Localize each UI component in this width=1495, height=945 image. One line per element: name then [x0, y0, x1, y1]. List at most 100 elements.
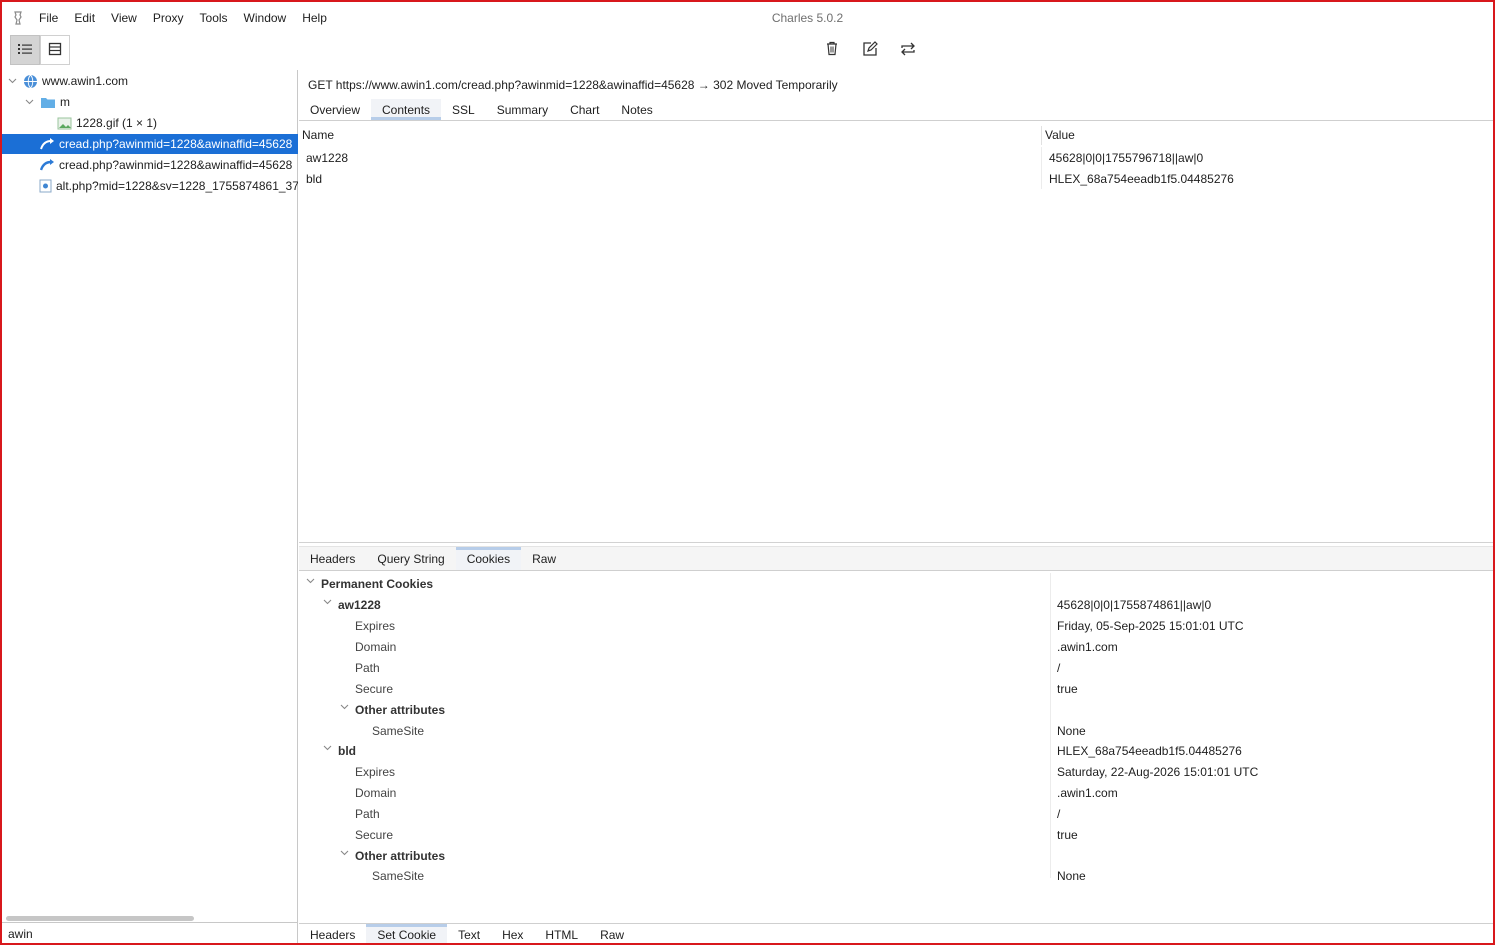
filter-input[interactable]: [8, 927, 288, 941]
tree-row[interactable]: SameSite None: [299, 865, 1493, 885]
chevron-down-icon[interactable]: [323, 597, 333, 608]
request-summary-line: GET https://www.awin1.com/cread.php?awin…: [308, 78, 838, 92]
split-pane-divider[interactable]: [299, 542, 1493, 543]
contents-table-header: Name Value: [299, 126, 1493, 145]
chevron-down-icon[interactable]: [323, 743, 333, 754]
edit-button[interactable]: [858, 38, 882, 62]
tab-html[interactable]: HTML: [534, 924, 589, 943]
column-header-name[interactable]: Name: [302, 128, 334, 142]
globe-icon: [22, 73, 38, 89]
menu-edit[interactable]: Edit: [74, 11, 95, 25]
attr-label: Path: [355, 661, 380, 675]
redirect-arrow-icon: [39, 157, 55, 173]
detail-pane: GET https://www.awin1.com/cread.php?awin…: [299, 70, 1493, 943]
column-header-value[interactable]: Value: [1045, 128, 1075, 142]
tab-summary[interactable]: Summary: [486, 99, 559, 120]
tab-hex[interactable]: Hex: [491, 924, 534, 943]
chevron-down-icon[interactable]: [340, 702, 350, 713]
tree-row[interactable]: Secure true: [299, 678, 1493, 698]
tree-row[interactable]: Path /: [299, 657, 1493, 677]
tree-gif-label: 1228.gif (1 × 1): [76, 116, 158, 130]
tab-contents[interactable]: Contents: [371, 99, 442, 120]
attr-group-label: Other attributes: [355, 703, 446, 717]
app-window: File Edit View Proxy Tools Window Help C…: [0, 0, 1495, 945]
tab-notes[interactable]: Notes: [610, 99, 663, 120]
tree-request-label: cread.php?awinmid=1228&awinaffid=45628: [59, 137, 293, 151]
tree-alt-row[interactable]: alt.php?mid=1228&sv=1228_1755874861_37cc…: [2, 176, 298, 196]
menu-help[interactable]: Help: [302, 11, 327, 25]
table-row[interactable]: bld HLEX_68a754eeadb1f5.04485276: [299, 168, 1493, 189]
attr-value: .awin1.com: [1057, 786, 1118, 800]
attr-label: Path: [355, 807, 380, 821]
chevron-down-icon[interactable]: [23, 99, 35, 105]
tree-row[interactable]: Secure true: [299, 824, 1493, 844]
tab-chart[interactable]: Chart: [559, 99, 610, 120]
tree-row[interactable]: bld HLEX_68a754eeadb1f5.04485276: [299, 740, 1493, 760]
tab-cookies[interactable]: Cookies: [455, 547, 522, 570]
attr-value: Friday, 05-Sep-2025 15:01:01 UTC: [1057, 619, 1244, 633]
tree-row[interactable]: Path /: [299, 803, 1493, 823]
cookie-value: HLEX_68a754eeadb1f5.04485276: [1057, 744, 1242, 758]
tree-row[interactable]: SameSite None: [299, 720, 1493, 740]
tree-host-label: www.awin1.com: [42, 74, 129, 88]
tree-row[interactable]: Domain .awin1.com: [299, 636, 1493, 656]
menu-window[interactable]: Window: [244, 11, 287, 25]
tab-ssl[interactable]: SSL: [441, 99, 486, 120]
section-label: Permanent Cookies: [321, 577, 434, 591]
cookie-value-cell: HLEX_68a754eeadb1f5.04485276: [1049, 172, 1234, 186]
tree-host-row[interactable]: www.awin1.com: [2, 71, 298, 91]
chevron-down-icon[interactable]: [340, 848, 350, 859]
tab-headers[interactable]: Headers: [299, 547, 366, 570]
repeat-button[interactable]: [896, 38, 920, 62]
menu-proxy[interactable]: Proxy: [153, 11, 184, 25]
trash-icon: [825, 41, 839, 59]
tree-row[interactable]: Permanent Cookies: [299, 573, 1493, 593]
response-tabs: Overview Contents SSL Summary Chart Note…: [299, 99, 1493, 121]
clear-button[interactable]: [820, 38, 844, 62]
structure-view-icon: [17, 42, 33, 59]
tab-raw[interactable]: Raw: [589, 924, 635, 943]
menubar: File Edit View Proxy Tools Window Help: [2, 2, 1493, 34]
menu-tools[interactable]: Tools: [200, 11, 228, 25]
tree-request-label: cread.php?awinmid=1228&awinaffid=45628: [59, 158, 293, 172]
tab-text[interactable]: Text: [447, 924, 491, 943]
request-tabs: Headers Query String Cookies Raw: [299, 546, 1493, 571]
tree-row[interactable]: Expires Saturday, 22-Aug-2026 15:01:01 U…: [299, 761, 1493, 781]
attr-label: SameSite: [372, 724, 425, 738]
table-row[interactable]: aw1228 45628|0|0|1755796718||aw|0: [299, 147, 1493, 168]
repeat-icon: [900, 41, 916, 60]
tree-row[interactable]: aw1228 45628|0|0|1755874861||aw|0: [299, 594, 1493, 614]
tree-row[interactable]: Domain .awin1.com: [299, 782, 1493, 802]
cookie-name: bld: [338, 744, 356, 758]
tree-folder-row[interactable]: m: [2, 92, 298, 112]
image-file-icon: [56, 115, 72, 131]
chevron-down-icon[interactable]: [6, 78, 18, 84]
tree-row[interactable]: Other attributes: [299, 845, 1493, 865]
folder-icon: [40, 94, 56, 110]
attr-value: /: [1057, 807, 1061, 821]
tab-query-string[interactable]: Query String: [366, 547, 455, 570]
structure-tree: www.awin1.com m 1228.gif (1 × 1) cread.p…: [2, 70, 298, 943]
column-divider[interactable]: [1041, 126, 1042, 145]
horizontal-scrollbar[interactable]: [6, 916, 194, 921]
menu-view[interactable]: View: [111, 11, 137, 25]
tab-overview[interactable]: Overview: [299, 99, 371, 120]
tree-gif-row[interactable]: 1228.gif (1 × 1): [2, 113, 298, 133]
tab-raw[interactable]: Raw: [521, 547, 567, 570]
attr-value: true: [1057, 682, 1078, 696]
tab-set-cookie[interactable]: Set Cookie: [366, 924, 448, 943]
cookie-name-cell: bld: [306, 172, 323, 186]
tab-headers[interactable]: Headers: [299, 924, 366, 943]
toolbar-actions: [820, 38, 920, 62]
tree-row[interactable]: Other attributes: [299, 699, 1493, 719]
sequence-view-button[interactable]: [40, 35, 70, 65]
view-toggle: [10, 35, 70, 65]
filter-bar: [2, 922, 298, 943]
tree-request-row[interactable]: cread.php?awinmid=1228&awinaffid=45628: [2, 155, 298, 175]
tree-row[interactable]: Expires Friday, 05-Sep-2025 15:01:01 UTC: [299, 615, 1493, 635]
tree-request-row-selected[interactable]: cread.php?awinmid=1228&awinaffid=45628: [2, 134, 298, 154]
structure-view-button[interactable]: [10, 35, 40, 65]
menu-file[interactable]: File: [39, 11, 58, 25]
attr-group-label: Other attributes: [355, 849, 446, 863]
chevron-down-icon[interactable]: [306, 576, 316, 587]
